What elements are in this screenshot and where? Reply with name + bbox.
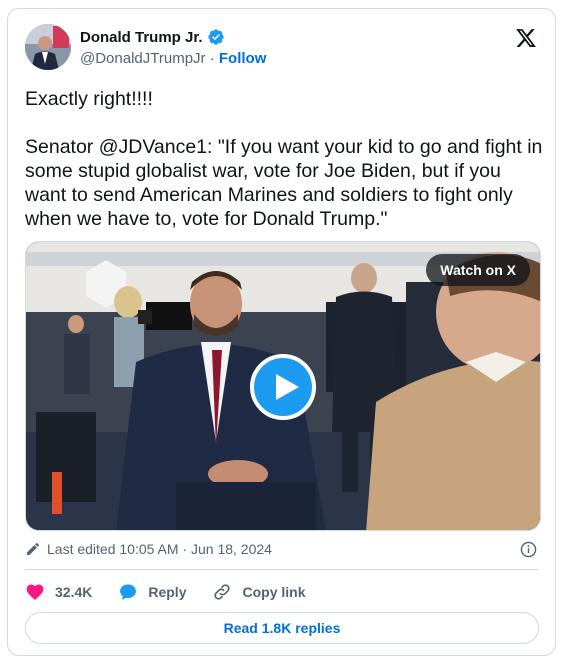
edited-timestamp[interactable]: Last edited 10:05 AM · Jun 18, 2024	[47, 541, 272, 557]
like-count: 32.4K	[55, 584, 93, 600]
handle-row: @DonaldJTrumpJr · Follow	[80, 50, 266, 67]
reply-label: Reply	[148, 584, 187, 600]
author-name-row[interactable]: Donald Trump Jr.	[80, 28, 225, 46]
like-button[interactable]: 32.4K	[25, 582, 92, 602]
play-button[interactable]	[250, 354, 316, 420]
actions-bar: 32.4K Reply Copy link	[25, 581, 332, 603]
play-icon	[276, 374, 299, 400]
author-avatar[interactable]	[25, 24, 71, 70]
reply-bubble-icon	[120, 584, 137, 600]
info-icon[interactable]	[520, 541, 537, 558]
heart-icon	[26, 584, 44, 600]
author-handle[interactable]: @DonaldJTrumpJr	[80, 50, 206, 67]
copy-link-label: Copy link	[242, 584, 306, 600]
tweet-card: Donald Trump Jr. @DonaldJTrumpJr · Follo…	[7, 8, 556, 656]
verified-badge-icon	[207, 29, 224, 45]
divider	[25, 569, 538, 570]
avatar-image	[25, 24, 71, 70]
reply-button[interactable]: Reply	[118, 582, 186, 602]
video-player[interactable]: Watch on X	[25, 241, 541, 531]
watch-on-x-button[interactable]: Watch on X	[426, 254, 530, 286]
author-name[interactable]: Donald Trump Jr.	[80, 29, 203, 46]
follow-button[interactable]: Follow	[219, 50, 267, 67]
link-icon	[214, 584, 231, 600]
handle-separator: ·	[209, 50, 215, 67]
read-replies-button[interactable]: Read 1.8K replies	[25, 612, 539, 644]
edit-pencil-icon	[27, 542, 40, 555]
x-logo-icon[interactable]	[515, 27, 537, 49]
edited-row[interactable]: Last edited 10:05 AM · Jun 18, 2024	[25, 541, 272, 557]
tweet-text: Exactly right!!!! Senator @JDVance1: "If…	[25, 88, 543, 230]
copy-link-button[interactable]: Copy link	[212, 582, 306, 602]
